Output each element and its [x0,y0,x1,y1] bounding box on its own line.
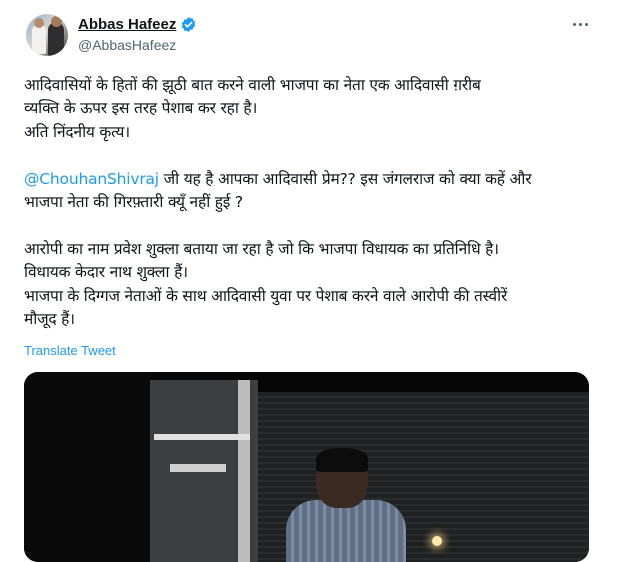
more-horizontal-icon[interactable] [570,14,590,34]
author-handle[interactable]: @AbbasHafeez [78,37,176,53]
media-person-body [286,500,406,562]
media-light [432,536,442,546]
tweet-media-video[interactable] [24,372,589,562]
avatar-figure-right [48,22,64,56]
tweet-line-with-mention: @ChouhanShivraj जी यह है आपका आदिवासी प्… [24,168,599,191]
author-display-name[interactable]: Abbas Hafeez [78,16,176,33]
tweet-card: Abbas Hafeez @AbbasHafeez आदिवासियों के … [0,0,619,562]
tweet-line: अति निंदनीय कृत्य। [24,122,130,141]
tweet-line-text: जी यह है आपका आदिवासी प्रेम?? इस जंगलराज… [158,169,532,188]
author-name-row: Abbas Hafeez [78,16,197,33]
media-dark-wall [24,372,150,562]
avatar-figure-left [32,24,46,54]
avatar-head-right [51,16,62,27]
tweet-line: मौजूद हैं। [24,310,75,329]
avatar-head-left [34,18,44,28]
media-person-hair [316,448,368,472]
tweet-line: भाजपा नेता की गिरफ़्तारी क्यूँ नहीं हुई … [24,193,243,212]
translate-tweet-link[interactable]: Translate Tweet [24,343,116,358]
verified-badge-icon [182,17,196,32]
tweet-line: विधायक केदार नाथ शुक्ला हैं। [24,263,188,282]
mention-link[interactable]: @ChouhanShivraj [24,170,159,188]
media-window-frame [150,380,258,562]
tweet-line: आरोपी का नाम प्रवेश शुक्ला बताया जा रहा … [24,239,499,258]
tweet-line: व्यक्ति के ऊपर इस तरह पेशाब कर रहा है। [24,99,258,118]
tweet-line: आदिवासियों के हितों की झूठी बात करने वाल… [24,76,481,94]
tweet-text: आदिवासियों के हितों की झूठी बात करने वाल… [24,74,599,331]
author-avatar[interactable] [26,14,68,56]
tweet-line: भाजपा के दिग्गज नेताओं के साथ आदिवासी यु… [24,286,508,305]
